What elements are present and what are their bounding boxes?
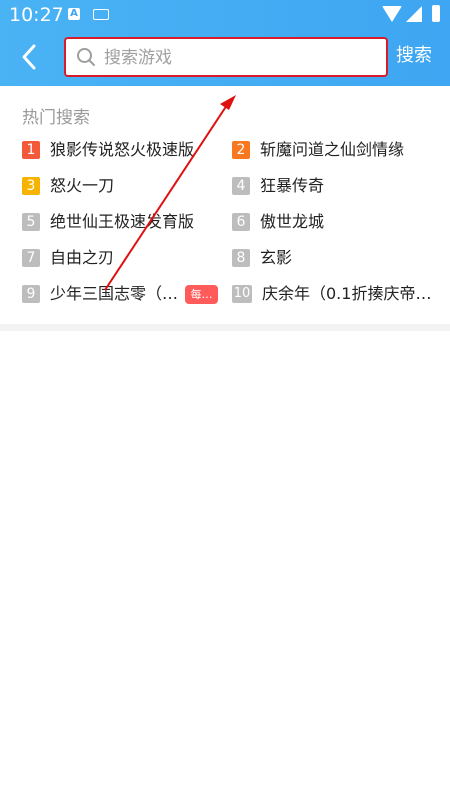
section-divider: [0, 324, 450, 331]
status-bar: 10:27 A: [0, 0, 450, 30]
rank-badge: 10: [232, 285, 252, 303]
a-notification-icon: A: [68, 8, 80, 20]
hot-search-item-3[interactable]: 3 怒火一刀: [22, 175, 114, 197]
hot-search-item-7[interactable]: 7 自由之刃: [22, 247, 114, 269]
wifi-icon: [382, 6, 402, 22]
hot-search-title: 热门搜索: [22, 108, 90, 128]
rank-badge: 9: [22, 285, 40, 303]
battery-icon: [432, 5, 440, 22]
rank-badge: 1: [22, 141, 40, 159]
chevron-left-icon: [22, 44, 36, 70]
search-placeholder: 搜索游戏: [104, 48, 172, 68]
hot-search-item-6[interactable]: 6 傲世龙城: [232, 211, 324, 233]
hot-search-item-9[interactable]: 9 少年三国志零（…: [22, 283, 178, 305]
rank-badge: 7: [22, 249, 40, 267]
hot-search-label: 绝世仙王极速发育版: [50, 212, 195, 231]
hot-search-label: 狂暴传奇: [260, 176, 325, 195]
rank-badge: 6: [232, 213, 250, 231]
signal-icon: [406, 6, 422, 22]
hot-search-label: 少年三国志零（…: [50, 284, 179, 303]
rank-badge: 5: [22, 213, 40, 231]
rank-badge: 8: [232, 249, 250, 267]
hot-search-label: 狼影传说怒火极速版: [50, 140, 195, 159]
hot-search-item-10[interactable]: 10 庆余年（0.1折揍庆帝…: [232, 283, 431, 305]
hot-search-item-1[interactable]: 1 狼影传说怒火极速版: [22, 139, 194, 161]
promo-badge: 每…: [185, 285, 218, 304]
search-icon: [77, 48, 95, 66]
rank-badge: 4: [232, 177, 250, 195]
rank-badge: 3: [22, 177, 40, 195]
hot-search-label: 自由之刃: [50, 248, 115, 267]
back-button[interactable]: [16, 42, 44, 72]
rank-badge: 2: [232, 141, 250, 159]
hot-search-label: 傲世龙城: [260, 212, 325, 231]
hot-search-item-8[interactable]: 8 玄影: [232, 247, 292, 269]
hot-search-label: 玄影: [260, 248, 293, 267]
hot-search-item-2[interactable]: 2 斩魔问道之仙剑情缘: [232, 139, 404, 161]
keyboard-icon: [93, 9, 109, 20]
hot-search-label: 庆余年（0.1折揍庆帝…: [262, 284, 432, 303]
search-button[interactable]: 搜索: [396, 44, 432, 68]
hot-search-item-5[interactable]: 5 绝世仙王极速发育版: [22, 211, 194, 233]
app-header: 10:27 A 搜索游戏 搜索: [0, 0, 450, 86]
hot-search-label: 怒火一刀: [50, 176, 115, 195]
search-input[interactable]: 搜索游戏: [64, 37, 388, 77]
status-time: 10:27: [9, 4, 64, 26]
hot-search-item-4[interactable]: 4 狂暴传奇: [232, 175, 324, 197]
hot-search-label: 斩魔问道之仙剑情缘: [260, 140, 405, 159]
